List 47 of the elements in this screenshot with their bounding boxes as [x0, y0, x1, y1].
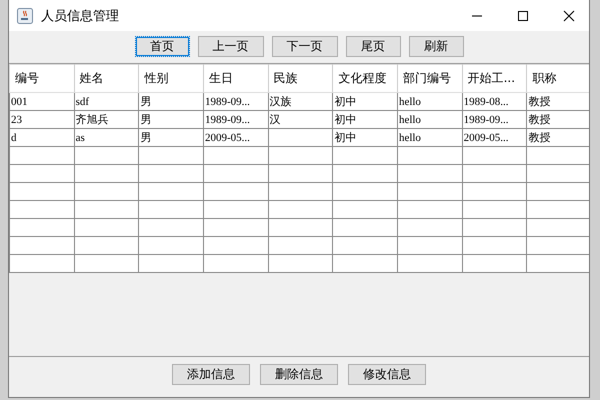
- table-cell: 教授: [528, 96, 550, 108]
- column-header[interactable]: 生日: [203, 64, 268, 92]
- table-cell: 齐旭兵: [76, 114, 109, 126]
- column-header[interactable]: 开始工...: [462, 64, 527, 92]
- page-button[interactable]: 刷新: [408, 36, 464, 57]
- table-cell: 23: [11, 114, 22, 126]
- maximize-icon[interactable]: [517, 10, 529, 22]
- page-button[interactable]: 尾页: [346, 36, 400, 57]
- column-header[interactable]: 职称: [526, 64, 589, 92]
- table-cell: 初中: [334, 132, 356, 144]
- column-header[interactable]: 文化程度: [332, 64, 398, 92]
- action-button[interactable]: 删除信息: [260, 364, 338, 385]
- table-cell: 初中: [334, 114, 356, 126]
- cup-icon: [17, 8, 33, 24]
- table-cell: 初中: [334, 96, 356, 108]
- table-cell: d: [11, 132, 16, 144]
- table-cell: sdf: [76, 96, 90, 108]
- column-header[interactable]: 部门编号: [397, 64, 462, 92]
- close-icon[interactable]: [563, 10, 575, 22]
- table-cell: 汉: [270, 114, 281, 126]
- table-cell: 汉族: [270, 96, 292, 108]
- table-cell: hello: [398, 96, 421, 108]
- table-cell: 2009-05...: [204, 132, 250, 144]
- action-button[interactable]: 修改信息: [348, 364, 426, 385]
- table-cell: 1989-09...: [204, 114, 250, 126]
- table-cell: 教授: [528, 114, 550, 126]
- table-cell: as: [76, 132, 85, 144]
- table-cell: hello: [398, 114, 421, 126]
- table-cell: 男: [140, 96, 152, 108]
- page-button[interactable]: 首页: [134, 36, 190, 57]
- table-cell: 2009-05...: [464, 132, 509, 144]
- page-button[interactable]: 下一页: [272, 36, 338, 57]
- table-cell: 1989-08...: [464, 96, 509, 108]
- table-cell: 1989-09...: [204, 96, 250, 108]
- action-button[interactable]: 添加信息: [172, 364, 250, 385]
- window-title: 人员信息管理: [41, 8, 119, 24]
- page-button[interactable]: 上一页: [198, 36, 264, 57]
- table-cell: 教授: [528, 132, 550, 144]
- column-header[interactable]: 民族: [268, 64, 333, 92]
- table-cell: 001: [11, 96, 28, 108]
- table-cell: 男: [140, 114, 152, 126]
- table-cell: 男: [140, 132, 152, 144]
- column-header[interactable]: 编号: [10, 64, 74, 92]
- table-cell: 1989-09...: [464, 114, 509, 126]
- column-header[interactable]: 姓名: [74, 64, 139, 92]
- column-header[interactable]: 性别: [138, 64, 204, 92]
- table-cell: hello: [398, 132, 421, 144]
